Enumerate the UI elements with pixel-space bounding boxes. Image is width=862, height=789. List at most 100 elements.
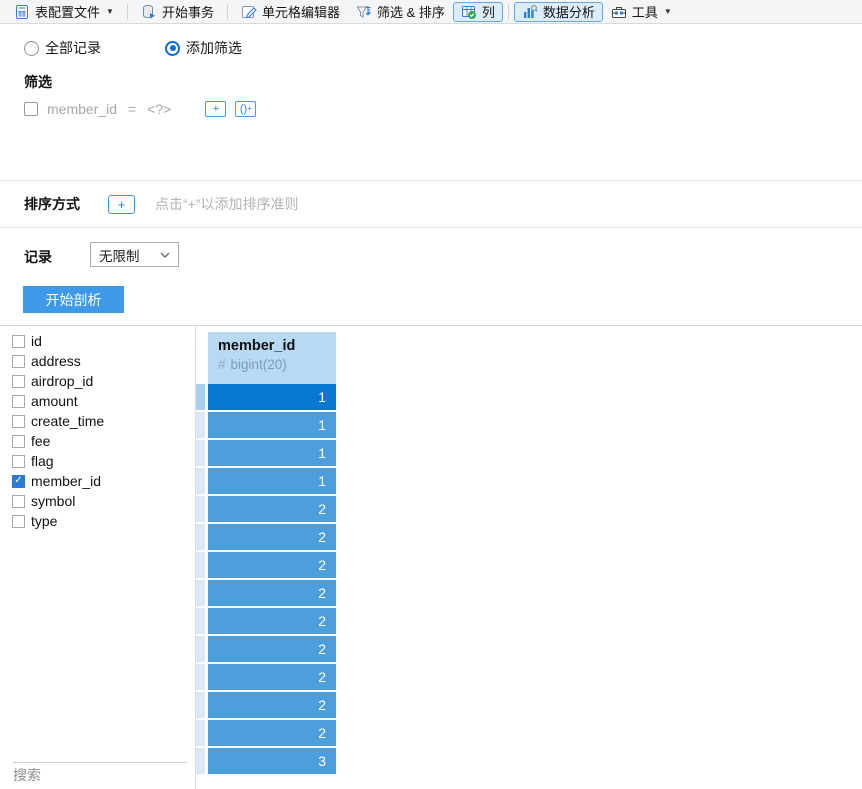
grid-row[interactable]: 2 [208,636,336,662]
field-item-flag[interactable]: flag [0,451,195,471]
unchecked-checkbox-icon[interactable] [12,514,25,528]
field-label: symbol [31,493,76,509]
field-label: airdrop_id [31,373,94,389]
row-selector[interactable] [196,496,205,522]
filter-operator[interactable]: = [128,101,136,117]
field-item-amount[interactable]: amount [0,391,195,411]
profiling-pane: 表配置文件 ▼ 开始事务 单元格编辑器 筛选 & 排序 列 数据分析 工具 ▼ 全部记录 添加筛… [0,0,862,789]
begin-transaction-icon [141,4,157,20]
cell-editor-icon [241,4,257,20]
toolbar-item-data-analysis[interactable]: 数据分析 [513,1,603,22]
unchecked-checkbox-icon[interactable] [12,454,25,468]
sort-hint-text: 点击“+”以添加排序准则 [155,196,299,212]
toolbar-separator [507,3,509,20]
filter-condition-checkbox[interactable] [24,102,38,116]
checked-checkbox-icon[interactable]: ✓ [12,474,25,488]
field-item-address[interactable]: address [0,351,195,371]
field-label: member_id [31,473,102,489]
field-label: amount [31,393,78,409]
field-item-member_id[interactable]: ✓ member_id [0,471,195,491]
add-sort-button[interactable]: + [108,194,135,214]
radio-icon[interactable] [24,40,39,56]
add-condition-group-button[interactable]: () + [235,101,257,117]
all-records-radio[interactable]: 全部记录 [24,38,101,58]
record-limit-value: 无限制 [99,248,140,264]
field-item-symbol[interactable]: symbol [0,491,195,511]
unchecked-checkbox-icon[interactable] [12,394,25,408]
toolbar-item-table-profile[interactable]: 表配置文件 ▼ [6,2,122,22]
unchecked-checkbox-icon[interactable] [12,434,25,448]
row-selector[interactable] [196,580,205,606]
filter-sort-icon [356,4,372,20]
toolbox-icon [611,4,627,20]
row-selector[interactable] [196,524,205,550]
field-label: fee [31,433,51,449]
row-selector[interactable] [196,664,205,690]
row-selector[interactable] [196,608,205,634]
filter-value[interactable]: <?> [147,101,171,117]
toolbar: 表配置文件 ▼ 开始事务 单元格编辑器 筛选 & 排序 列 数据分析 工具 ▼ [0,0,862,24]
field-item-create_time[interactable]: create_time [0,411,195,431]
grid-row[interactable]: 1 [208,440,336,466]
toolbar-item-label: 表配置文件 [35,5,101,20]
toolbar-item-label: 开始事务 [161,5,214,20]
toolbar-item-label: 列 [481,5,495,20]
field-item-type[interactable]: type [0,511,195,531]
search-input[interactable]: 搜索 [13,765,41,785]
profile-grid: member_id # bigint(20) 11112222222223 [196,326,862,789]
row-selector[interactable] [196,552,205,578]
toolbar-item-begin-transaction[interactable]: 开始事务 [133,2,222,22]
toolbar-separator [126,3,128,20]
row-selector[interactable] [196,692,205,718]
unchecked-checkbox-icon[interactable] [12,494,25,508]
field-item-airdrop_id[interactable]: airdrop_id [0,371,195,391]
field-label: flag [31,453,54,469]
toolbar-item-columns-check[interactable]: 列 [452,1,503,22]
row-selector[interactable] [196,720,205,746]
field-item-fee[interactable]: fee [0,431,195,451]
grid-row[interactable]: 2 [208,580,336,606]
add-filter-radio[interactable]: 添加筛选 [165,38,242,58]
toolbar-item-label: 数据分析 [542,5,595,20]
grid-row[interactable]: 2 [208,496,336,522]
toolbar-item-cell-editor[interactable]: 单元格编辑器 [233,2,348,22]
grid-row[interactable]: 2 [208,720,336,746]
row-selector[interactable] [196,440,205,466]
field-label: address [31,353,81,369]
field-item-id[interactable]: id [0,331,195,351]
filter-field[interactable]: member_id [47,101,117,117]
row-selector[interactable] [196,636,205,662]
grid-row[interactable]: 2 [208,552,336,578]
grid-row[interactable]: 2 [208,524,336,550]
start-profiling-button[interactable]: 开始剖析 [23,286,124,313]
radio-selected-icon[interactable] [165,40,180,56]
add-condition-button[interactable]: + [205,101,227,117]
column-type: # bigint(20) [218,357,287,372]
sort-section-title: 排序方式 [24,196,80,212]
toolbar-item-filter-sort[interactable]: 筛选 & 排序 [348,2,453,22]
row-selector[interactable] [196,748,205,774]
row-selector[interactable] [196,468,205,494]
grid-row[interactable]: 1 [208,468,336,494]
grid-row[interactable]: 2 [208,664,336,690]
grid-row[interactable]: 3 [208,748,336,774]
row-selector[interactable] [196,384,205,410]
field-label: id [31,333,42,349]
toolbar-item-toolbox[interactable]: 工具 ▼ [603,2,680,22]
record-limit-select[interactable]: 无限制 [90,242,179,267]
grid-row[interactable]: 1 [208,412,336,438]
unchecked-checkbox-icon[interactable] [12,374,25,388]
grid-row[interactable]: 1 [208,384,336,410]
unchecked-checkbox-icon[interactable] [12,414,25,428]
grid-row[interactable]: 2 [208,608,336,634]
grid-row[interactable]: 2 [208,692,336,718]
column-header[interactable]: member_id # bigint(20) [208,332,336,384]
field-label: create_time [31,413,105,429]
row-selector[interactable] [196,412,205,438]
unchecked-checkbox-icon[interactable] [12,334,25,348]
caret-down-icon: ▼ [663,7,672,16]
records-section-title: 记录 [24,249,52,265]
toolbar-item-label: 筛选 & 排序 [376,5,445,20]
toolbar-separator [226,3,228,20]
unchecked-checkbox-icon[interactable] [12,354,25,368]
